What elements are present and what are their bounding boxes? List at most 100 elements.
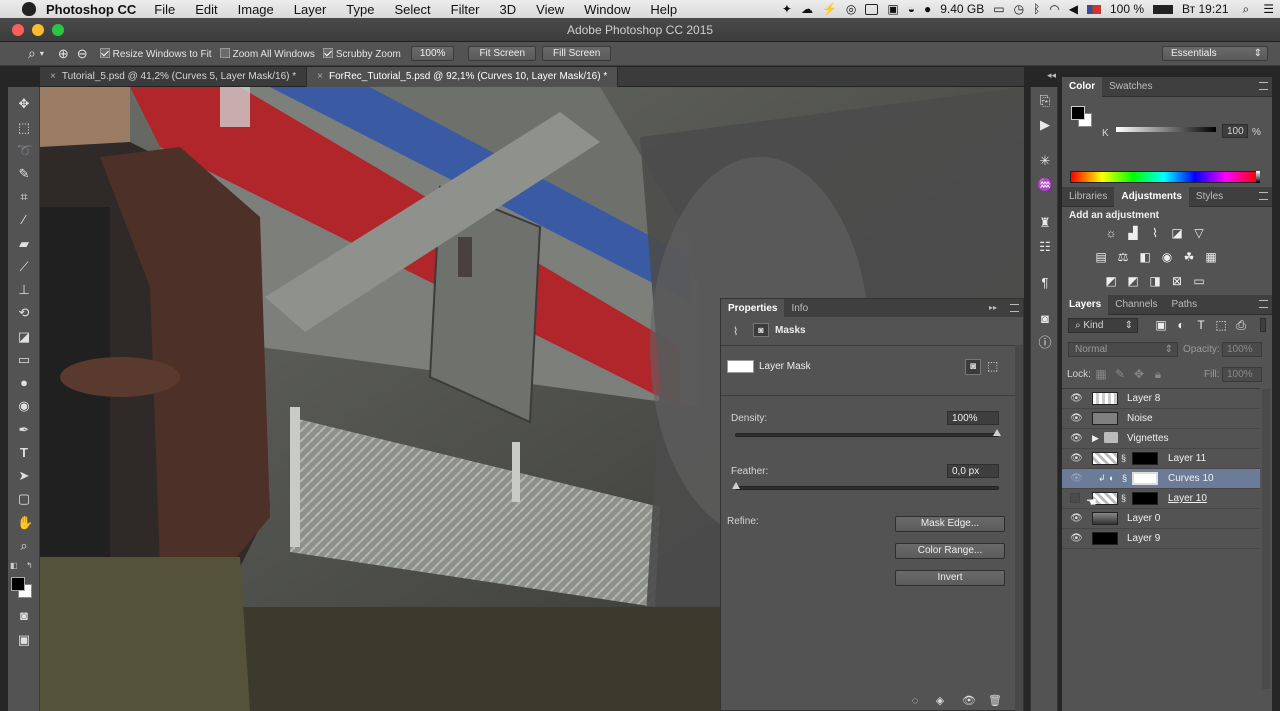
photo-filter-icon[interactable]: ◉ [1160,250,1174,264]
mask-thumbnail[interactable] [1132,452,1158,465]
healing-brush-tool-icon[interactable]: ▰ [17,237,31,251]
visibility-eye-icon[interactable]: 👁︎ [1070,393,1083,405]
disk-icon[interactable]: ● [924,2,931,16]
threshold-icon[interactable]: ◨ [1148,274,1162,288]
color-lookup-icon[interactable]: ▦ [1204,250,1218,264]
close-tab-icon[interactable]: × [317,71,323,82]
tab-adjustments[interactable]: Adjustments [1114,187,1189,207]
expand-panel-icon[interactable]: ▸▸ [989,303,997,312]
resize-windows-checkbox[interactable] [99,47,110,58]
channel-mixer-icon[interactable]: ☘ [1182,250,1196,264]
actions-panel-icon[interactable]: ▶ [1037,117,1053,133]
volume-icon[interactable]: ◀ [1069,2,1078,16]
crop-tool-icon[interactable]: ⌗ [17,190,31,204]
type-tool-icon[interactable]: T [17,446,31,460]
power-icon[interactable]: ⚡ [822,2,837,16]
battery-icon[interactable] [1153,4,1174,14]
timemachine-icon[interactable]: ◷ [1014,2,1024,16]
foreground-color-swatch[interactable] [11,577,25,591]
spectrum-bw[interactable] [1256,171,1260,183]
layer-row-vignettes[interactable]: 👁︎ ▶ Vignettes [1062,429,1260,449]
color-balance-icon[interactable]: ⚖ [1116,250,1130,264]
scrubby-zoom-option[interactable]: Scrubby Zoom [322,47,401,60]
load-selection-icon[interactable]: ◌ [909,695,921,707]
filter-toggle[interactable] [1260,318,1266,332]
layer-row-layer-0[interactable]: 👁︎ Layer 0 [1062,509,1260,529]
tool-preset-chevron-icon[interactable]: ▾ [40,49,44,58]
quick-select-tool-icon[interactable]: ✎ [17,167,31,181]
cc-icon[interactable]: ◎ [846,2,856,16]
visibility-toggle-off[interactable] [1070,493,1080,503]
tab-styles[interactable]: Styles [1189,187,1230,207]
menu-window[interactable]: Window [584,2,630,17]
selective-color-icon[interactable]: ⊠ [1170,274,1184,288]
hue-saturation-icon[interactable]: ▤ [1094,250,1108,264]
exposure-icon[interactable]: ◪ [1170,226,1184,240]
clone-source-icon[interactable]: ♜ [1037,215,1053,231]
dropbox-icon[interactable]: ✦ [782,2,792,16]
fill-field[interactable]: 100% [1222,367,1262,382]
battery-status[interactable]: 100 % [1110,2,1144,16]
layer-filter-select[interactable]: ⌕ Kind ⇕ [1068,318,1138,333]
tab-forrec-tutorial-5[interactable]: × ForRec_Tutorial_5.psd @ 92,1% (Curves 1… [307,67,619,87]
levels-icon[interactable]: ▟ [1126,226,1140,240]
notification-center-icon[interactable]: ☰ [1263,2,1274,16]
curves-properties-icon[interactable]: ⌇ [733,325,738,338]
filter-shape-icon[interactable]: ⬚ [1214,318,1228,332]
tab-properties[interactable]: Properties [721,299,785,319]
mask-thumbnail[interactable] [1132,472,1158,485]
workspace-select[interactable]: Essentials ⇕ [1162,46,1268,61]
menu-type[interactable]: Type [346,2,374,17]
history-panel-icon[interactable]: ⎘ [1037,93,1053,109]
zoom-tool-icon[interactable]: ⌕ [17,539,31,553]
gradient-map-icon[interactable]: ▭ [1192,274,1206,288]
layer-name[interactable]: Noise [1127,413,1153,424]
window-icon[interactable] [865,3,879,15]
color-range-button[interactable]: Color Range... [895,543,1005,559]
properties-panel-icon[interactable]: ◙ [1037,311,1053,327]
layer-name[interactable]: Layer 9 [1127,533,1160,544]
close-tab-icon[interactable]: × [50,71,56,82]
tab-channels[interactable]: Channels [1108,295,1164,315]
eyedropper-tool-icon[interactable]: ⁄ [17,213,31,227]
filter-smart-object-icon[interactable]: ⎙ [1234,318,1248,332]
tab-info[interactable]: Info [784,299,815,319]
masks-icon[interactable]: ◙ [753,323,769,337]
layer-name[interactable]: Layer 0 [1127,513,1160,524]
brush-tool-icon[interactable]: ⟋ [17,260,31,274]
tab-swatches[interactable]: Swatches [1102,77,1159,97]
expand-group-icon[interactable]: ▶ [1092,433,1099,444]
slider-knob[interactable] [993,429,1001,436]
posterize-icon[interactable]: ◩ [1126,274,1140,288]
apply-mask-icon[interactable]: ◈ [934,695,946,707]
layer-name[interactable]: Layer 10 [1168,493,1207,504]
layer-row-layer-8[interactable]: 👁︎ Layer 8 [1062,389,1260,409]
eraser-tool-icon[interactable]: ◪ [17,330,31,344]
visibility-eye-icon[interactable]: 👁︎ [1070,533,1083,545]
visibility-eye-icon[interactable]: 👁︎ [1070,453,1083,465]
layer-row-layer-10[interactable]: § Layer 10 ☚ [1062,489,1260,509]
mask-edge-button[interactable]: Mask Edge... [895,516,1005,532]
menu-filter[interactable]: Filter [451,2,480,17]
filter-type-icon[interactable]: T [1194,318,1208,332]
density-slider[interactable] [735,429,1001,437]
tab-tutorial-5[interactable]: × Tutorial_5.psd @ 41,2% (Curves 5, Layer… [40,67,308,87]
mask-icon[interactable]: ◒ [908,2,915,16]
layer-row-curves-10[interactable]: 👁︎ ↲ ◐ § Curves 10 [1062,469,1260,489]
layer-row-layer-11[interactable]: 👁︎ § Layer 11 [1062,449,1260,469]
zoom-tool-icon[interactable]: ⌕ [28,45,36,62]
history-brush-tool-icon[interactable]: ⟲ [17,306,31,320]
zoom-in-icon[interactable]: ⊕ [58,46,69,62]
lock-transparent-icon[interactable]: ▦ [1094,367,1108,381]
fill-screen-button[interactable]: Fill Screen [542,46,612,61]
layer-name[interactable]: Layer 8 [1127,393,1160,404]
wifi-icon[interactable]: ◠ [1049,2,1059,16]
tab-color[interactable]: Color [1062,77,1103,97]
menu-file[interactable]: File [154,2,175,17]
pen-tool-icon[interactable]: ✒ [17,423,31,437]
panel-menu-icon[interactable] [1259,300,1268,308]
tab-paths[interactable]: Paths [1165,295,1205,315]
color-foreground-swatch[interactable] [1071,106,1085,120]
slider-knob[interactable] [732,482,740,489]
zoom-out-icon[interactable]: ⊖ [77,46,88,62]
